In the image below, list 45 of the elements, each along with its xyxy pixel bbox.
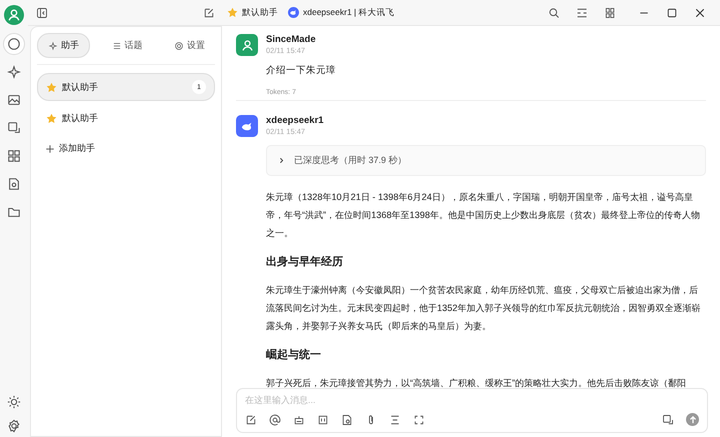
arrow-up-icon: [688, 414, 698, 424]
paragraph: 朱元璋生于濠州钟离（今安徽凤阳）一个贫苦农民家庭，幼年历经饥荒、瘟疫，父母双亡后被迫出家为僧，后流落民间乞讨为生。元末民变四起时，他于1352年加入郭子兴领导的红巾军反抗元朝统治，因智勇双全逐渐崭露头角，并娶郭子兴养女马氏（即后来的马皇后）为妻。: [266, 284, 702, 333]
sun-icon[interactable]: [7, 395, 21, 409]
author-name: SinceMade: [266, 34, 316, 45]
paragraph: 郭子兴死后，朱元璋接管其势力，以“高筑墙、广积粮、缓称王”的策略壮大实力。他先后击败陈友谅（鄱阳: [266, 377, 688, 388]
grid-icon[interactable]: [604, 6, 616, 18]
thinking-toggle[interactable]: 已深度思考（用时 37.9 秒）: [266, 145, 706, 176]
sidebar-tab[interactable]: 话题: [102, 33, 152, 58]
sidebar-toggle-icon[interactable]: [36, 6, 48, 18]
sidebar-tab[interactable]: 助手: [37, 33, 90, 58]
expand-icon[interactable]: [413, 414, 425, 426]
list-icon: [112, 40, 122, 50]
close-icon[interactable]: [694, 6, 706, 18]
add-assistant-button[interactable]: 添加助手: [37, 136, 215, 161]
user-avatar[interactable]: [4, 5, 24, 25]
at-icon[interactable]: [269, 414, 281, 426]
plus-icon: [45, 144, 55, 154]
send-button[interactable]: [686, 413, 699, 426]
assistant-item[interactable]: 默认助手: [37, 105, 215, 132]
paragraph: 朱元璋（1328年10月21日 - 1398年6月24日），原名朱重八，字国瑞，明朝开国皇帝，庙号太祖，谥号高皇帝，年号“洪武”，在位时间1368年至1398年。他是中国历史上少数出身底层（贫农）最终登上帝位的传奇人物之一。: [266, 191, 701, 240]
fit-width-icon[interactable]: [576, 6, 588, 18]
edit-icon[interactable]: [203, 6, 215, 18]
gear-icon: [174, 40, 184, 50]
star-icon: [46, 82, 57, 92]
whale-avatar-icon: [236, 115, 258, 137]
search-icon[interactable]: [548, 6, 560, 18]
user-avatar: [236, 34, 258, 56]
author-name: xdeepseekr1: [266, 115, 324, 126]
translate-icon[interactable]: [662, 414, 674, 426]
pencil-icon[interactable]: [245, 414, 257, 426]
star-icon: [227, 7, 238, 18]
message-text: 介绍一下朱元璋: [266, 64, 337, 77]
settings-icon[interactable]: [7, 419, 21, 433]
file-icon[interactable]: [341, 414, 353, 426]
chevron-right-icon: [277, 156, 286, 165]
sidebar-tab[interactable]: 设置: [164, 33, 215, 58]
assistant-name[interactable]: 默认助手: [242, 6, 278, 18]
section-heading: 出身与早年经历: [266, 254, 344, 269]
sparkle-icon: [48, 40, 58, 50]
star-icon: [46, 113, 57, 124]
align-icon[interactable]: [389, 414, 401, 426]
whale-logo-icon: [288, 7, 299, 18]
model-name[interactable]: xdeepseekr1 | 科大讯飞: [303, 6, 395, 18]
section-heading: 崛起与统一: [266, 348, 322, 362]
maximize-icon[interactable]: [666, 6, 678, 18]
